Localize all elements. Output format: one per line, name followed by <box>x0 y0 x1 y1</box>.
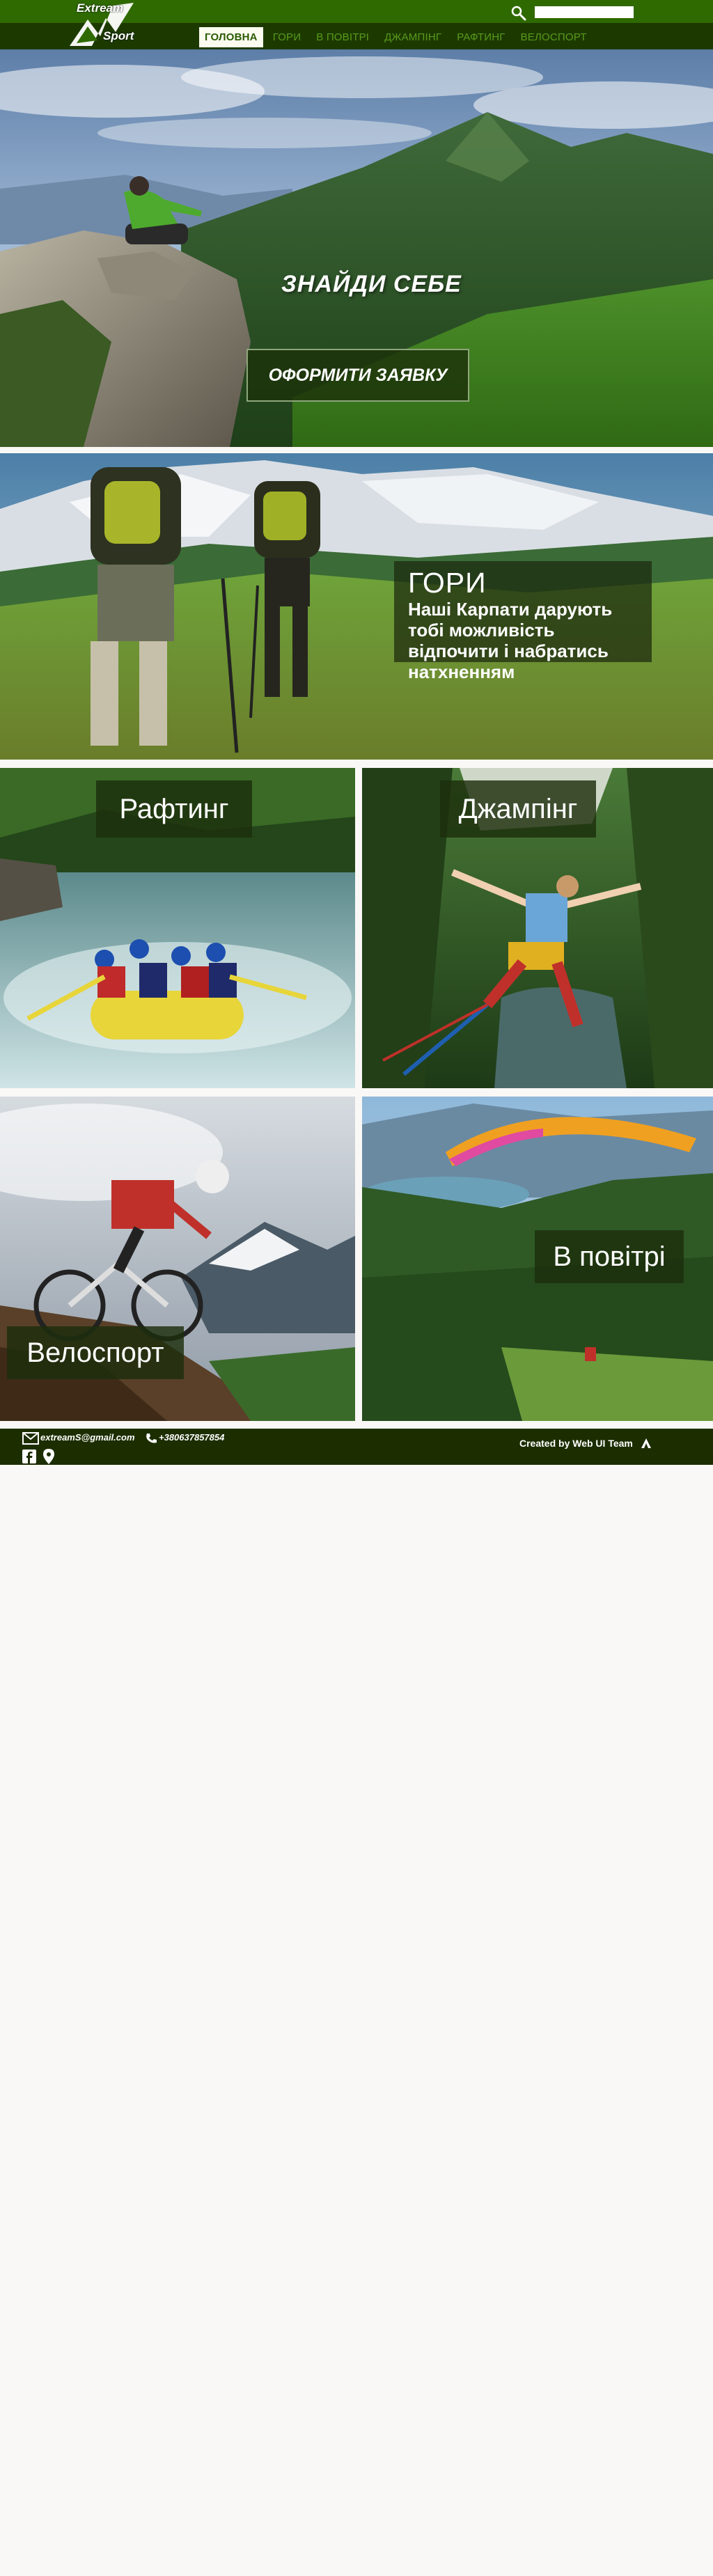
footer-phone[interactable]: +380637857854 <box>159 1432 224 1443</box>
main-nav: ГОЛОВНА ГОРИ В ПОВІТРІ ДЖАМПІНГ РАФТИНГ … <box>199 25 597 49</box>
nav-item-cycling[interactable]: ВЕЛОСПОРТ <box>515 27 593 47</box>
phone-icon[interactable] <box>145 1432 157 1445</box>
mail-icon[interactable] <box>22 1432 39 1445</box>
nav-item-mountains[interactable]: ГОРИ <box>267 27 307 47</box>
air-label[interactable]: В повітрі <box>535 1230 684 1283</box>
nav-item-air[interactable]: В ПОВІТРІ <box>311 27 375 47</box>
nav-item-jumping[interactable]: ДЖАМПІНГ <box>379 27 447 47</box>
mountains-caption: ГОРИ Наші Карпати дарують тобі можливіст… <box>394 561 652 682</box>
footer-email[interactable]: extreamS@gmail.com <box>40 1432 135 1443</box>
tile-rafting[interactable]: Рафтинг <box>0 768 355 1088</box>
nav-item-home[interactable]: ГОЛОВНА <box>199 26 263 47</box>
location-icon[interactable] <box>43 1449 54 1464</box>
logo-text-sport: Sport <box>103 29 134 42</box>
jumping-label[interactable]: Джампінг <box>440 780 596 838</box>
up-arrow-icon[interactable] <box>641 1438 651 1448</box>
search-input[interactable] <box>535 6 634 18</box>
footer: extreamS@gmail.com +380637857854 Created… <box>0 1429 713 1465</box>
facebook-icon[interactable] <box>22 1450 36 1463</box>
logo[interactable]: Extream Sport <box>67 1 143 47</box>
search-icon[interactable] <box>510 5 527 22</box>
hero-slider: ЗНАЙДИ СЕБЕ ОФОРМИТИ ЗАЯВКУ <box>0 49 713 447</box>
mountains-title: ГОРИ <box>408 567 487 599</box>
mountains-section[interactable]: ГОРИ Наші Карпати дарують тобі можливіст… <box>0 453 713 760</box>
logo-text-extream: Extream <box>77 1 124 15</box>
cycling-label[interactable]: Велоспорт <box>7 1326 184 1379</box>
tile-air[interactable]: В повітрі <box>362 1097 713 1421</box>
submit-application-button[interactable]: ОФОРМИТИ ЗАЯВКУ <box>246 349 469 402</box>
nav-item-rafting[interactable]: РАФТИНГ <box>451 27 510 47</box>
hero-title: ЗНАЙДИ СЕБЕ <box>281 271 462 297</box>
footer-credit: Created by Web UI Team <box>519 1438 633 1449</box>
tile-cycling[interactable]: Велоспорт <box>0 1097 355 1421</box>
mountains-text: Наші Карпати дарують тобі можливість від… <box>408 599 613 682</box>
tile-jumping[interactable]: Джампінг <box>362 768 713 1088</box>
rafting-label[interactable]: Рафтинг <box>96 780 252 838</box>
